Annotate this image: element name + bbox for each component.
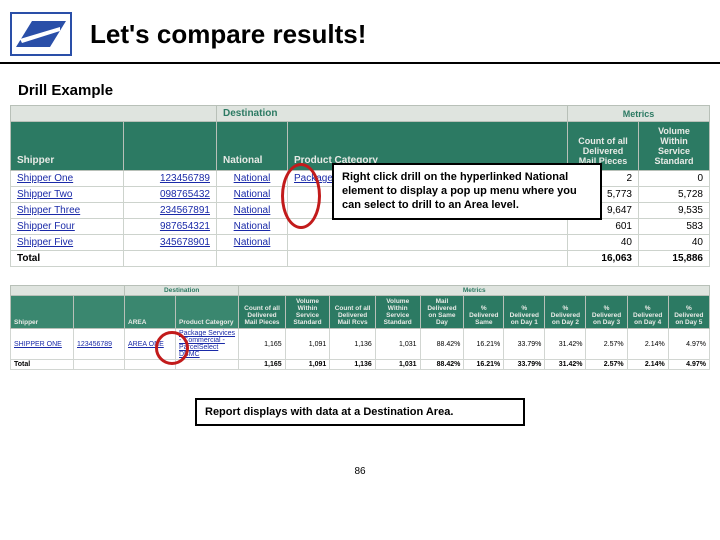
- total-label: Total: [11, 360, 74, 370]
- vol-cell: 5,728: [639, 187, 710, 203]
- table-row: Shipper Four 987654321 National 601 583: [11, 219, 710, 235]
- total-row: Total 16,063 15,886: [11, 251, 710, 267]
- id-link[interactable]: 345678901: [124, 235, 217, 251]
- report2-metrics-band: Metrics: [239, 286, 710, 296]
- col2-pct4: % Delivered on Day 4: [627, 296, 668, 329]
- page-title: Let's compare results!: [90, 19, 366, 50]
- total-row: Total 1,165 1,091 1,136 1,031 88.42% 16.…: [11, 360, 710, 370]
- col-volume: Volume Within Service Standard: [639, 122, 710, 171]
- callout-drill-instruction: Right click drill on the hyperlinked Nat…: [332, 163, 602, 220]
- col2-count: Count of all Delivered Mail Pieces: [239, 296, 285, 329]
- table-row: SHIPPER ONE 123456789 AREA ONE Package S…: [11, 329, 710, 360]
- usps-logo: [10, 12, 72, 56]
- col2-pct0: % Delivered Same: [464, 296, 504, 329]
- national-link[interactable]: National: [217, 187, 288, 203]
- national-link[interactable]: National: [217, 219, 288, 235]
- national-link[interactable]: National: [217, 235, 288, 251]
- col2-product: Product Category: [176, 296, 239, 329]
- product-link[interactable]: [288, 219, 568, 235]
- section-heading: Drill Example: [18, 82, 720, 99]
- id-link[interactable]: 123456789: [124, 171, 217, 187]
- col2-delsame: Mail Delivered on Same Day: [420, 296, 464, 329]
- area-link[interactable]: AREA ONE: [125, 329, 176, 360]
- product-link[interactable]: Package Services - Commercial - ParcelSe…: [176, 329, 239, 360]
- national-link[interactable]: National: [217, 171, 288, 187]
- col2-shipper: Shipper: [11, 296, 74, 329]
- vol-cell: 9,535: [639, 203, 710, 219]
- col2-id: [74, 296, 125, 329]
- vol-cell: 583: [639, 219, 710, 235]
- col2-pct2: % Delivered on Day 2: [545, 296, 586, 329]
- report1-container: Destination Metrics Shipper National Pro…: [0, 105, 720, 267]
- shipper-link[interactable]: SHIPPER ONE: [11, 329, 74, 360]
- national-link[interactable]: National: [217, 203, 288, 219]
- product-link[interactable]: [288, 235, 568, 251]
- count-cell: 601: [568, 219, 639, 235]
- shipper-link[interactable]: Shipper One: [11, 171, 124, 187]
- report2-container: Destination Metrics Shipper AREA Product…: [0, 285, 720, 370]
- col2-volsvc: Volume Within Service Standard: [375, 296, 420, 329]
- col2-pct5: % Delivered on Day 5: [668, 296, 709, 329]
- report1-dest-band: Destination: [217, 106, 568, 122]
- col-id: [124, 122, 217, 171]
- callout-result: Report displays with data at a Destinati…: [195, 398, 525, 426]
- total-count: 16,063: [568, 251, 639, 267]
- report2-table: Destination Metrics Shipper AREA Product…: [10, 285, 710, 370]
- vol-cell: 40: [639, 235, 710, 251]
- id-link[interactable]: 098765432: [124, 187, 217, 203]
- report1-metrics-band: Metrics: [568, 106, 710, 122]
- total-vol: 15,886: [639, 251, 710, 267]
- report2-dest-band: Destination: [125, 286, 239, 296]
- col2-volstd: Volume Within Service Standard: [285, 296, 330, 329]
- col-shipper: Shipper: [11, 122, 124, 171]
- shipper-link[interactable]: Shipper Three: [11, 203, 124, 219]
- table-row: Shipper Five 345678901 National 40 40: [11, 235, 710, 251]
- id-link[interactable]: 987654321: [124, 219, 217, 235]
- count-cell: 40: [568, 235, 639, 251]
- col2-countmail: Count of all Delivered Mail Rcvs: [330, 296, 376, 329]
- col2-area: AREA: [125, 296, 176, 329]
- id-link[interactable]: 123456789: [74, 329, 125, 360]
- col2-pct3: % Delivered on Day 3: [586, 296, 627, 329]
- page-number: 86: [0, 466, 720, 477]
- col2-pct1: % Delivered on Day 1: [504, 296, 545, 329]
- col-national: National: [217, 122, 288, 171]
- vol-cell: 0: [639, 171, 710, 187]
- shipper-link[interactable]: Shipper Two: [11, 187, 124, 203]
- shipper-link[interactable]: Shipper Four: [11, 219, 124, 235]
- shipper-link[interactable]: Shipper Five: [11, 235, 124, 251]
- slide-header: Let's compare results!: [0, 0, 720, 64]
- id-link[interactable]: 234567891: [124, 203, 217, 219]
- total-label: Total: [11, 251, 124, 267]
